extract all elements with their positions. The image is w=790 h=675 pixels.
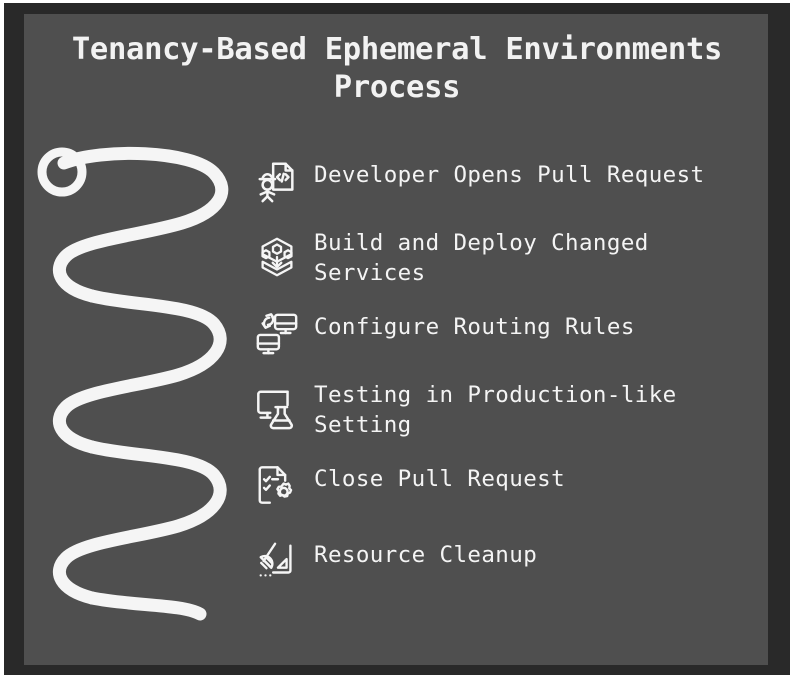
broom-dustpan-icon [254, 538, 300, 584]
list-item: Developer Opens Pull Request [254, 148, 764, 224]
list-item-label: Configure Routing Rules [314, 314, 635, 340]
developer-code-document-icon [254, 158, 300, 204]
process-steps-list: Developer Opens Pull Request Build and D… [254, 148, 764, 604]
checklist-gear-icon [254, 462, 300, 508]
infographic-page: Tenancy-Based Ephemeral Environments Pro… [0, 0, 790, 675]
list-item: Testing in Production-like Setting [254, 376, 764, 452]
monitor-flask-icon [254, 386, 300, 432]
two-monitors-swap-icon [254, 310, 300, 356]
list-item-label: Resource Cleanup [314, 542, 538, 568]
list-item: Close Pull Request [254, 452, 764, 528]
hexagon-cluster-deploy-icon [254, 234, 300, 280]
list-item: Configure Routing Rules [254, 300, 764, 376]
slide-frame: Tenancy-Based Ephemeral Environments Pro… [4, 3, 790, 675]
list-item: Build and Deploy Changed Services [254, 224, 764, 300]
slide-canvas: Tenancy-Based Ephemeral Environments Pro… [24, 14, 768, 665]
list-item: Resource Cleanup [254, 528, 764, 604]
coil-spring-graphic [32, 128, 242, 628]
list-item-label: Close Pull Request [314, 466, 566, 492]
page-title: Tenancy-Based Ephemeral Environments Pro… [71, 32, 723, 105]
list-item-label: Build and Deploy Changed Services [314, 230, 649, 286]
coil-spring-icon [37, 146, 229, 621]
list-item-label: Developer Opens Pull Request [314, 162, 705, 188]
list-item-label: Testing in Production-like Setting [314, 382, 677, 438]
